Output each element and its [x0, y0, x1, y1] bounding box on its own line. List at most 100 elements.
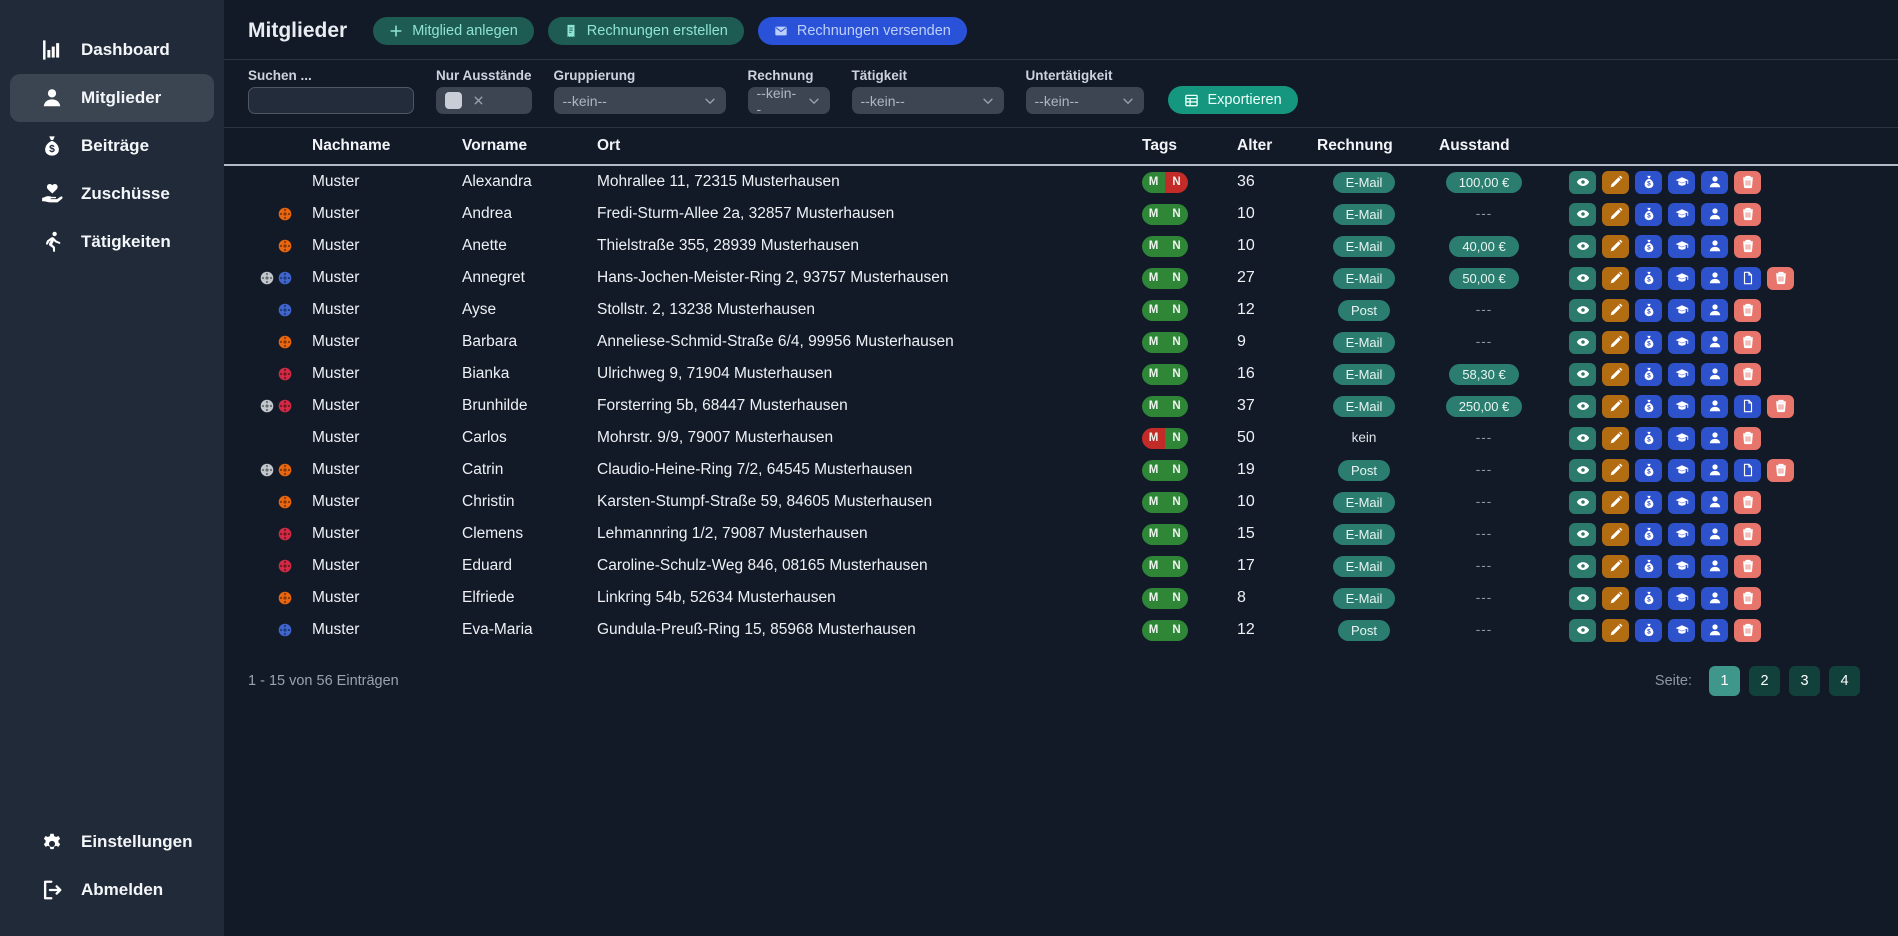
education-button[interactable] — [1668, 363, 1695, 386]
view-button[interactable] — [1569, 267, 1596, 290]
edit-button[interactable] — [1602, 203, 1629, 226]
contributions-button[interactable]: $ — [1635, 171, 1662, 194]
contributions-button[interactable]: $ — [1635, 555, 1662, 578]
delete-button[interactable] — [1734, 491, 1761, 514]
profile-button[interactable] — [1701, 299, 1728, 322]
view-button[interactable] — [1569, 203, 1596, 226]
search-input[interactable] — [248, 87, 414, 114]
contributions-button[interactable]: $ — [1635, 299, 1662, 322]
arrears-checkbox[interactable] — [445, 92, 462, 109]
profile-button[interactable] — [1701, 235, 1728, 258]
education-button[interactable] — [1668, 171, 1695, 194]
contributions-button[interactable]: $ — [1635, 267, 1662, 290]
contributions-button[interactable]: $ — [1635, 395, 1662, 418]
education-button[interactable] — [1668, 619, 1695, 642]
contributions-button[interactable]: $ — [1635, 491, 1662, 514]
delete-button[interactable] — [1767, 395, 1794, 418]
document-button[interactable] — [1734, 395, 1761, 418]
clear-arrears-button[interactable] — [472, 94, 485, 107]
profile-button[interactable] — [1701, 171, 1728, 194]
document-button[interactable] — [1734, 459, 1761, 482]
profile-button[interactable] — [1701, 587, 1728, 610]
education-button[interactable] — [1668, 203, 1695, 226]
edit-button[interactable] — [1602, 395, 1629, 418]
contributions-button[interactable]: $ — [1635, 331, 1662, 354]
sidebar-item-taetigkeiten[interactable]: Tätigkeiten — [10, 218, 214, 266]
view-button[interactable] — [1569, 555, 1596, 578]
education-button[interactable] — [1668, 235, 1695, 258]
education-button[interactable] — [1668, 299, 1695, 322]
education-button[interactable] — [1668, 523, 1695, 546]
edit-button[interactable] — [1602, 299, 1629, 322]
contributions-button[interactable]: $ — [1635, 363, 1662, 386]
page-button-4[interactable]: 4 — [1829, 666, 1860, 696]
sidebar-item-zuschuesse[interactable]: Zuschüsse — [10, 170, 214, 218]
contributions-button[interactable]: $ — [1635, 523, 1662, 546]
delete-button[interactable] — [1734, 619, 1761, 642]
edit-button[interactable] — [1602, 427, 1629, 450]
view-button[interactable] — [1569, 395, 1596, 418]
delete-button[interactable] — [1734, 171, 1761, 194]
contributions-button[interactable]: $ — [1635, 459, 1662, 482]
view-button[interactable] — [1569, 235, 1596, 258]
view-button[interactable] — [1569, 331, 1596, 354]
profile-button[interactable] — [1701, 459, 1728, 482]
education-button[interactable] — [1668, 427, 1695, 450]
edit-button[interactable] — [1602, 267, 1629, 290]
education-button[interactable] — [1668, 331, 1695, 354]
delete-button[interactable] — [1734, 235, 1761, 258]
delete-button[interactable] — [1734, 331, 1761, 354]
sidebar-item-beitraege[interactable]: $Beiträge — [10, 122, 214, 170]
rechnung-select[interactable]: --kein-- — [748, 87, 830, 114]
gruppierung-select[interactable]: --kein-- — [554, 87, 726, 114]
profile-button[interactable] — [1701, 619, 1728, 642]
page-button-3[interactable]: 3 — [1789, 666, 1820, 696]
export-button[interactable]: Exportieren — [1168, 86, 1298, 114]
edit-button[interactable] — [1602, 459, 1629, 482]
edit-button[interactable] — [1602, 555, 1629, 578]
profile-button[interactable] — [1701, 427, 1728, 450]
profile-button[interactable] — [1701, 331, 1728, 354]
taetigkeit-select[interactable]: --kein-- — [852, 87, 1004, 114]
profile-button[interactable] — [1701, 395, 1728, 418]
edit-button[interactable] — [1602, 523, 1629, 546]
contributions-button[interactable]: $ — [1635, 235, 1662, 258]
delete-button[interactable] — [1767, 267, 1794, 290]
profile-button[interactable] — [1701, 267, 1728, 290]
education-button[interactable] — [1668, 555, 1695, 578]
view-button[interactable] — [1569, 299, 1596, 322]
edit-button[interactable] — [1602, 235, 1629, 258]
page-button-2[interactable]: 2 — [1749, 666, 1780, 696]
education-button[interactable] — [1668, 459, 1695, 482]
profile-button[interactable] — [1701, 203, 1728, 226]
contributions-button[interactable]: $ — [1635, 427, 1662, 450]
contributions-button[interactable]: $ — [1635, 587, 1662, 610]
view-button[interactable] — [1569, 427, 1596, 450]
create-member-button[interactable]: Mitglied anlegen — [373, 17, 534, 45]
education-button[interactable] — [1668, 395, 1695, 418]
sidebar-item-einstellungen[interactable]: Einstellungen — [10, 818, 214, 866]
view-button[interactable] — [1569, 363, 1596, 386]
education-button[interactable] — [1668, 267, 1695, 290]
profile-button[interactable] — [1701, 491, 1728, 514]
edit-button[interactable] — [1602, 171, 1629, 194]
edit-button[interactable] — [1602, 587, 1629, 610]
view-button[interactable] — [1569, 619, 1596, 642]
edit-button[interactable] — [1602, 491, 1629, 514]
untertaetigkeit-select[interactable]: --kein-- — [1026, 87, 1144, 114]
delete-button[interactable] — [1767, 459, 1794, 482]
view-button[interactable] — [1569, 491, 1596, 514]
view-button[interactable] — [1569, 587, 1596, 610]
education-button[interactable] — [1668, 491, 1695, 514]
sidebar-item-abmelden[interactable]: Abmelden — [10, 866, 214, 914]
profile-button[interactable] — [1701, 555, 1728, 578]
delete-button[interactable] — [1734, 203, 1761, 226]
contributions-button[interactable]: $ — [1635, 619, 1662, 642]
sidebar-item-dashboard[interactable]: Dashboard — [10, 26, 214, 74]
edit-button[interactable] — [1602, 619, 1629, 642]
sidebar-item-mitglieder[interactable]: Mitglieder — [10, 74, 214, 122]
delete-button[interactable] — [1734, 363, 1761, 386]
delete-button[interactable] — [1734, 523, 1761, 546]
edit-button[interactable] — [1602, 363, 1629, 386]
create-invoices-button[interactable]: Rechnungen erstellen — [548, 17, 744, 45]
